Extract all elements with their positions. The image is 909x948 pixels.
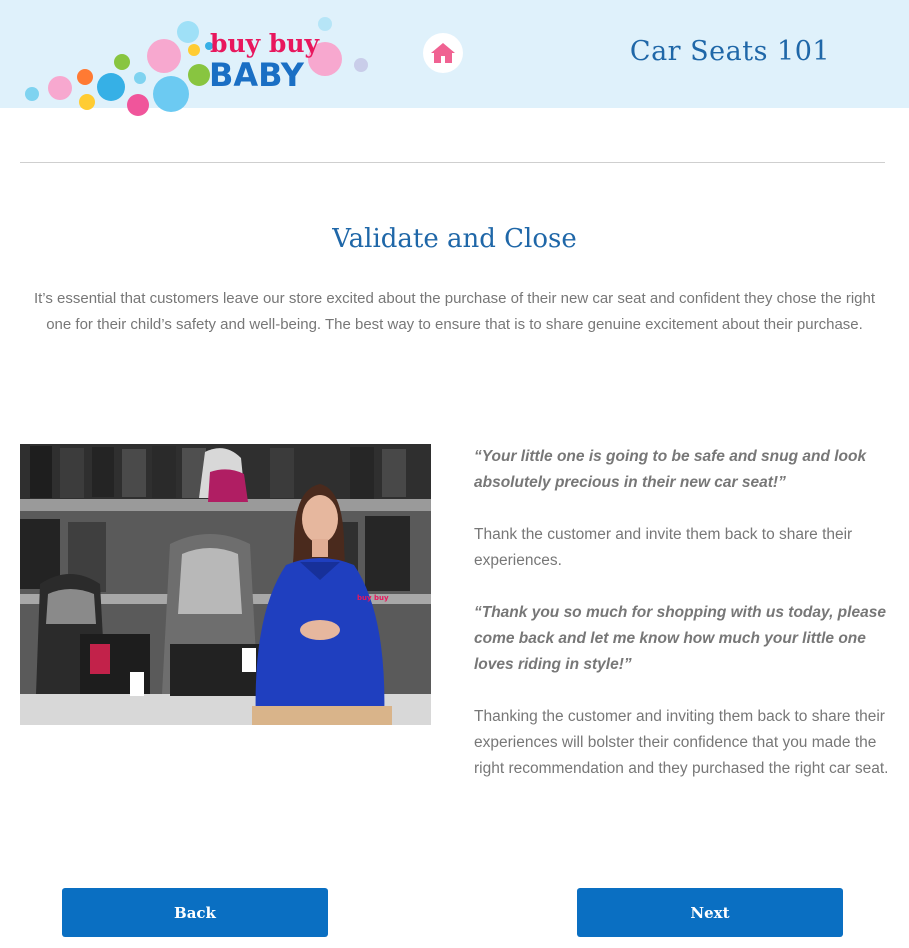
divider bbox=[20, 162, 885, 163]
svg-text:buy buy: buy buy bbox=[357, 594, 389, 602]
buybuybaby-logo: buy buy BABY bbox=[25, 17, 368, 116]
video-frame: buy buy bbox=[20, 444, 431, 725]
svg-text:BABY: BABY bbox=[209, 56, 305, 94]
section-title: Validate and Close bbox=[332, 224, 577, 254]
intro-text: It’s essential that customers leave our … bbox=[33, 290, 876, 333]
home-icon bbox=[431, 43, 455, 63]
header: buy buy BABY Car Seats 101 bbox=[0, 0, 909, 116]
video-player[interactable]: buy buy bbox=[20, 444, 431, 725]
svg-text:buy buy: buy buy bbox=[210, 29, 321, 58]
paragraph-two: Thanking the customer and inviting them … bbox=[474, 708, 889, 777]
paragraph-one: Thank the customer and invite them back … bbox=[474, 526, 853, 569]
course-title: Car Seats 101 bbox=[629, 36, 831, 67]
quote-one: “Your little one is going to be safe and… bbox=[474, 448, 867, 491]
right-column: “Your little one is going to be safe and… bbox=[474, 444, 894, 808]
home-button[interactable] bbox=[423, 33, 463, 73]
quote-two: “Thank you so much for shopping with us … bbox=[474, 604, 886, 673]
back-button[interactable]: Back bbox=[62, 888, 328, 937]
next-button[interactable]: Next bbox=[577, 888, 843, 937]
